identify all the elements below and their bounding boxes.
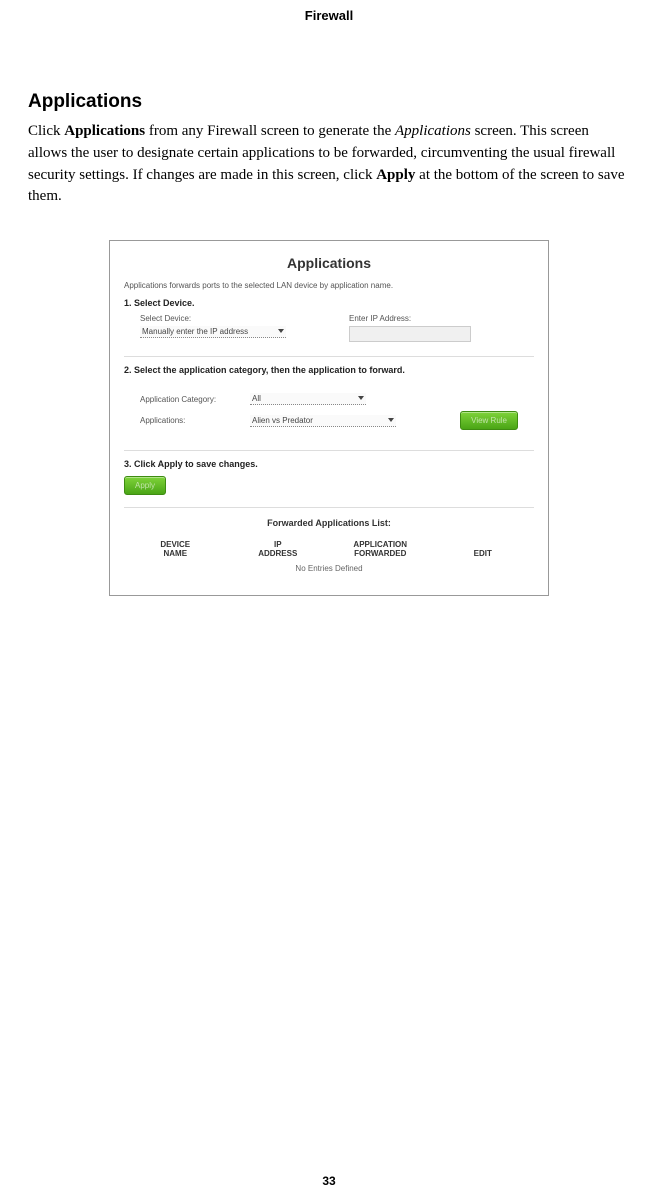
page-header-title: Firewall [0,8,658,23]
section-heading: Applications [28,91,630,113]
para-text: from any Firewall screen to generate the [145,123,395,139]
forwarded-table-header: DEVICENAME IPADDRESS APPLICATIONFORWARDE… [124,538,534,560]
app-category-dropdown[interactable]: All [250,393,366,405]
page-number: 33 [0,1174,658,1188]
screenshot-frame: Applications Applications forwards ports… [109,240,549,596]
no-entries-text: No Entries Defined [124,564,534,573]
th-application-forwarded: APPLICATIONFORWARDED [329,538,432,560]
th-ip-address: IPADDRESS [227,538,330,560]
divider [124,356,534,357]
screenshot-title: Applications [124,255,534,271]
step3-label: 3. Click Apply to save changes. [124,459,534,469]
ip-address-input[interactable] [349,326,471,342]
section-paragraph: Click Applications from any Firewall scr… [28,121,630,208]
app-category-value: All [252,394,261,403]
view-rule-button[interactable]: View Rule [460,411,518,430]
enter-ip-label: Enter IP Address: [349,314,518,323]
chevron-down-icon [388,418,394,422]
app-category-label: Application Category: [140,395,240,404]
select-device-dropdown[interactable]: Manually enter the IP address [140,326,286,338]
link-applications: Applications [64,123,145,139]
screenshot-subtitle: Applications forwards ports to the selec… [124,281,534,290]
divider [124,507,534,508]
chevron-down-icon [278,329,284,333]
applications-value: Alien vs Predator [252,416,313,425]
link-apply: Apply [376,167,415,183]
select-device-value: Manually enter the IP address [142,327,248,336]
select-device-label: Select Device: [140,314,309,323]
screen-name-em: Applications [395,123,471,139]
forwarded-list-title: Forwarded Applications List: [124,518,534,528]
para-text: Click [28,123,64,139]
applications-label: Applications: [140,416,240,425]
applications-dropdown[interactable]: Alien vs Predator [250,415,396,427]
apply-button[interactable]: Apply [124,476,166,495]
step1-label: 1. Select Device. [124,298,534,308]
chevron-down-icon [358,396,364,400]
step2-label: 2. Select the application category, then… [124,365,534,375]
th-edit: EDIT [432,538,535,560]
divider [124,450,534,451]
th-device-name: DEVICENAME [124,538,227,560]
